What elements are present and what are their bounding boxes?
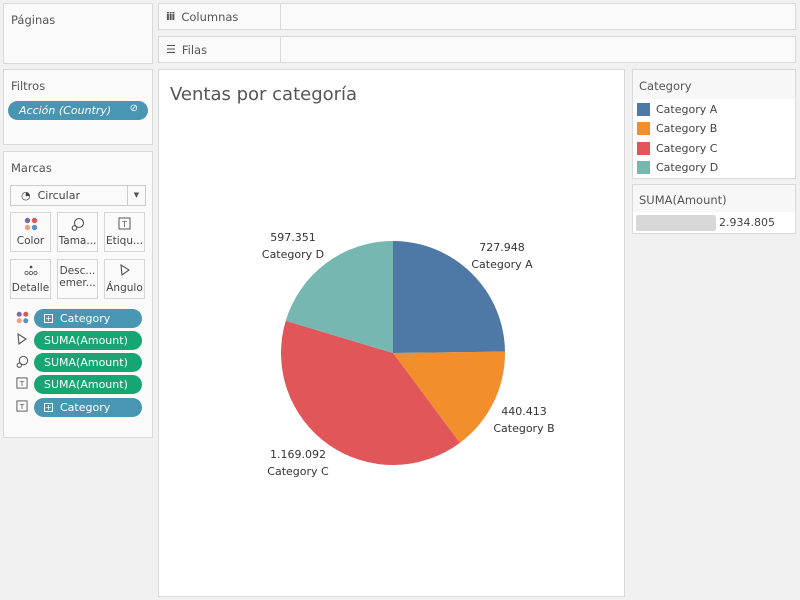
legend-swatch <box>637 121 650 135</box>
legend-item-category-d[interactable]: Category D <box>637 160 718 174</box>
pie-slices <box>281 241 506 465</box>
data-label-value-category-c: 1.169.092 <box>270 448 326 461</box>
color-icon <box>15 311 29 327</box>
detail-icon <box>11 264 50 282</box>
columns-shelf[interactable]: iii Columnas <box>158 3 796 30</box>
columns-shelf-label: iii Columnas <box>159 4 281 29</box>
mark-type-label: Circular <box>37 189 80 202</box>
marks-field-label: SUMA(Amount) <box>44 356 128 369</box>
marks-detail-button[interactable]: Detalle <box>10 259 51 299</box>
pages-panel[interactable]: Páginas <box>3 3 153 64</box>
size-legend-title: SUMA(Amount) <box>633 185 795 212</box>
legend-item-category-b[interactable]: Category B <box>637 121 717 135</box>
expand-icon: + <box>44 403 53 412</box>
pages-title: Páginas <box>11 13 56 27</box>
color-icon <box>11 217 50 235</box>
marks-color-button[interactable]: Color <box>10 212 51 252</box>
expand-icon: + <box>44 314 53 323</box>
pie-mark-icon: ◔ <box>21 189 31 202</box>
angle-icon <box>15 332 29 348</box>
svg-text:T: T <box>19 402 25 411</box>
rows-label: Filas <box>181 42 208 57</box>
filters-title: Filtros <box>11 79 46 93</box>
marks-tooltip-button[interactable]: Desc... emer... <box>57 259 98 299</box>
legend-swatch <box>637 160 650 174</box>
legend-item-category-a[interactable]: Category A <box>637 102 717 116</box>
marks-field-category-color[interactable]: + Category <box>34 309 142 328</box>
marks-field-category-label[interactable]: + Category <box>34 398 142 417</box>
columns-label: Columnas <box>181 9 239 24</box>
data-label-category-a: Category A <box>471 258 533 271</box>
marks-tooltip-label: Desc... emer... <box>59 265 96 289</box>
marks-size-button[interactable]: Tama... <box>57 212 98 252</box>
legend-label: Category C <box>656 141 718 155</box>
data-label-value-category-d: 597.351 <box>270 231 316 244</box>
size-legend-value: 2.934.805 <box>719 216 775 229</box>
marks-angle-label: Ángulo <box>106 282 143 294</box>
marks-field-label: SUMA(Amount) <box>44 378 128 391</box>
legend-label: Category A <box>656 102 718 116</box>
size-legend[interactable]: SUMA(Amount) 2.934.805 <box>632 184 796 234</box>
size-icon <box>15 355 29 371</box>
color-legend[interactable]: Category Category A Category B Category … <box>632 69 796 179</box>
data-label-value-category-a: 727.948 <box>479 241 525 254</box>
marks-field-label: Category <box>60 312 111 325</box>
filter-pill-label: Acción (Country) <box>19 104 112 117</box>
data-label-category-c: Category C <box>267 465 329 478</box>
data-label-category-b: Category B <box>493 422 554 435</box>
columns-icon: iii <box>166 10 175 23</box>
legend-label: Category D <box>656 160 719 174</box>
marks-field-label: SUMA(Amount) <box>44 334 128 347</box>
svg-text:T: T <box>19 379 25 388</box>
marks-field-amount-size[interactable]: SUMA(Amount) <box>34 353 142 372</box>
label-icon: T <box>15 377 29 392</box>
marks-title: Marcas <box>11 161 52 175</box>
marks-label-button[interactable]: T Etiqu... <box>104 212 145 252</box>
chart-view[interactable]: Ventas por categoría 727.948 Category A … <box>158 69 625 597</box>
legend-swatch <box>637 102 650 116</box>
marks-field-amount-label[interactable]: SUMA(Amount) <box>34 375 142 394</box>
angle-icon <box>105 263 144 282</box>
data-label-category-d: Category D <box>262 248 324 261</box>
label-icon: T <box>105 217 144 235</box>
rows-shelf-label: ☰ Filas <box>159 37 281 62</box>
pie-chart[interactable]: 727.948 Category A 440.413 Category B 1.… <box>159 70 626 598</box>
svg-text:T: T <box>121 220 127 229</box>
chevron-down-icon[interactable]: ▼ <box>127 186 145 205</box>
marks-size-label: Tama... <box>58 235 97 247</box>
legend-swatch <box>637 141 650 155</box>
rows-icon: ☰ <box>166 43 176 56</box>
label-icon: T <box>15 400 29 415</box>
rows-shelf[interactable]: ☰ Filas <box>158 36 796 63</box>
color-legend-title: Category <box>633 70 795 99</box>
marks-angle-button[interactable]: Ángulo <box>104 259 145 299</box>
filter-pill-country-action[interactable]: Acción (Country) ⊘ <box>8 101 148 120</box>
mark-type-value: ◔ Circular <box>21 189 80 202</box>
legend-label: Category B <box>656 121 718 135</box>
marks-detail-label: Detalle <box>11 282 50 294</box>
marks-field-amount-angle[interactable]: SUMA(Amount) <box>34 331 142 350</box>
marks-field-label: Category <box>60 401 111 414</box>
marks-label-text: Etiqu... <box>105 235 143 247</box>
legend-item-category-c[interactable]: Category C <box>637 141 717 155</box>
mark-type-dropdown[interactable]: ◔ Circular ▼ <box>10 185 146 206</box>
marks-color-label: Color <box>16 235 45 247</box>
data-label-value-category-b: 440.413 <box>501 405 547 418</box>
size-icon <box>58 217 97 235</box>
linked-filter-icon: ⊘ <box>129 103 138 114</box>
size-legend-bar <box>636 215 716 231</box>
